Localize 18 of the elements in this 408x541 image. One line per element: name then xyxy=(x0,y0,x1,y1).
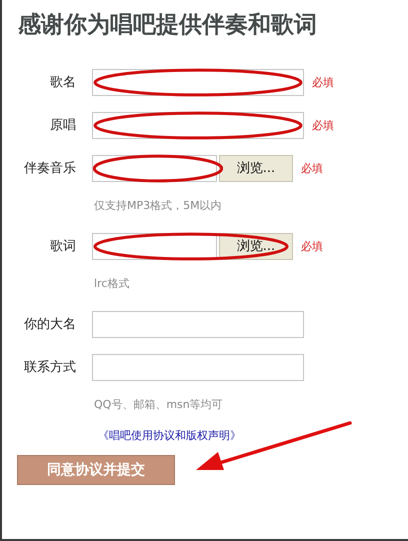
field-label: 联系方式 xyxy=(23,359,76,376)
input-field[interactable] xyxy=(92,310,304,338)
agreement-link[interactable]: 《唱吧使用协议和版权声明》 xyxy=(98,428,241,443)
required-note: 必填 xyxy=(312,118,334,132)
field-label: 歌词 xyxy=(49,238,76,255)
field-hint: QQ号、邮箱、msn等均可 xyxy=(94,398,224,412)
browse-button[interactable]: 浏览... xyxy=(219,154,293,182)
field-label: 伴奏音乐 xyxy=(23,160,76,177)
input-field[interactable] xyxy=(92,354,304,380)
field-label: 歌名 xyxy=(49,74,76,91)
required-note: 必填 xyxy=(301,160,323,176)
required-note: 必填 xyxy=(301,238,323,254)
field-label: 原唱 xyxy=(49,117,76,134)
page-title: 感谢你为唱吧提供伴奏和歌词 xyxy=(17,11,318,40)
field-label: 你的大名 xyxy=(23,316,76,333)
required-note: 必填 xyxy=(312,74,334,90)
field-hint: lrc格式 xyxy=(94,277,130,291)
field-hint: 仅支持MP3格式，5M以内 xyxy=(94,199,223,213)
